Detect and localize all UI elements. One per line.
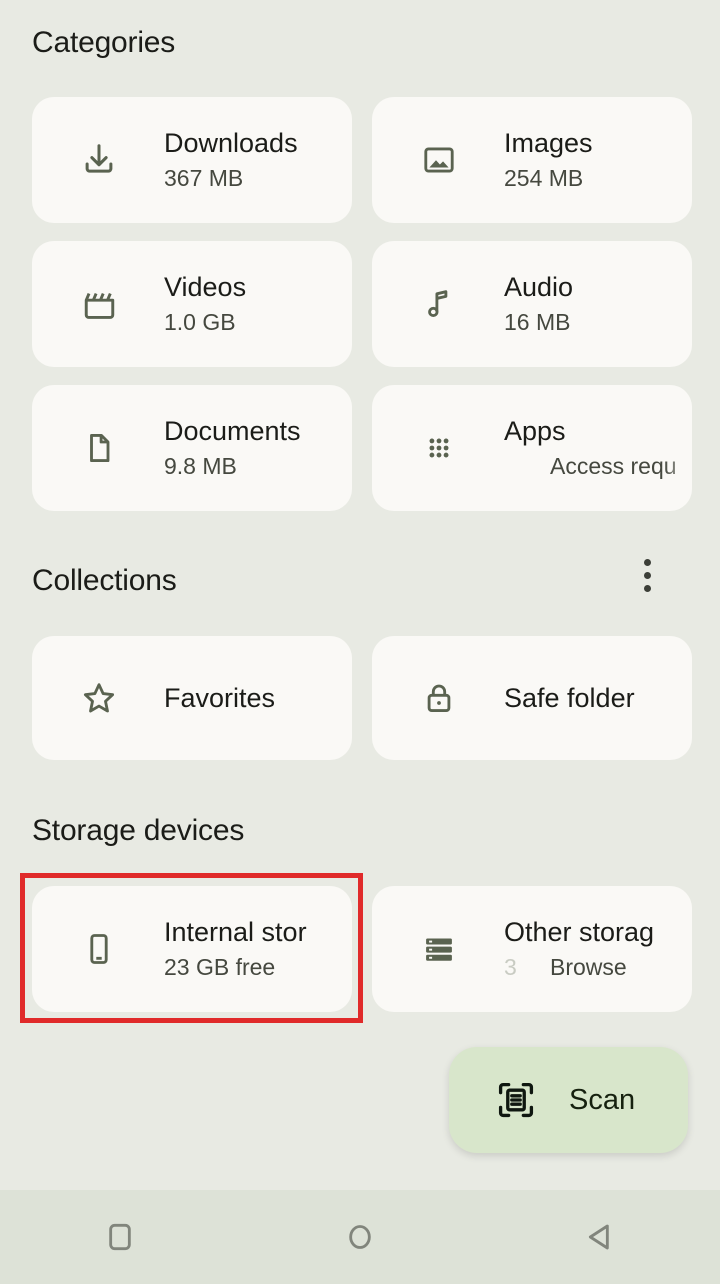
category-card-audio[interactable]: Audio 16 MB bbox=[372, 241, 692, 367]
audio-icon bbox=[420, 285, 458, 323]
collection-label: Favorites bbox=[164, 683, 276, 713]
apps-grid-icon bbox=[420, 429, 458, 467]
collection-text: Safe folder bbox=[504, 681, 692, 715]
home-circle-icon[interactable] bbox=[300, 1190, 420, 1284]
category-label: Apps bbox=[504, 416, 566, 446]
storage-devices-section-title: Storage devices bbox=[32, 814, 245, 847]
overflow-menu-icon[interactable] bbox=[623, 551, 671, 599]
category-label: Downloads bbox=[164, 128, 298, 158]
category-text: Images 254 MB bbox=[504, 126, 692, 194]
back-triangle-icon[interactable] bbox=[540, 1190, 660, 1284]
menu-dot bbox=[643, 571, 651, 579]
storage-size: Browse bbox=[504, 951, 692, 983]
category-size: 16 MB bbox=[504, 309, 571, 335]
category-size: 1.0 GB bbox=[164, 309, 236, 335]
collection-card-safe-folder[interactable]: Safe folder bbox=[372, 636, 692, 760]
category-card-apps[interactable]: Apps Access requ bbox=[372, 385, 692, 511]
category-text: Videos 1.0 GB bbox=[164, 270, 352, 338]
storage-label: Other storag bbox=[504, 915, 692, 949]
categories-section-title: Categories bbox=[32, 26, 176, 59]
phone-icon bbox=[80, 930, 118, 968]
android-navigation-bar bbox=[0, 1190, 720, 1284]
recents-square-icon[interactable] bbox=[60, 1190, 180, 1284]
other-storage-card[interactable]: Other storag 3 Browse bbox=[372, 886, 692, 1012]
category-label: Documents bbox=[164, 416, 301, 446]
collection-card-favorites[interactable]: Favorites bbox=[32, 636, 352, 760]
category-label: Videos bbox=[164, 272, 247, 302]
scroll-content: Categories Downloads 367 MB Images 254 M… bbox=[0, 0, 720, 1190]
category-card-videos[interactable]: Videos 1.0 GB bbox=[32, 241, 352, 367]
storage-text: Internal stor 23 GB free bbox=[164, 915, 352, 983]
category-size: 367 MB bbox=[164, 165, 244, 191]
menu-dot bbox=[643, 558, 651, 566]
category-size: 254 MB bbox=[504, 165, 584, 191]
storage-label: Internal stor bbox=[164, 915, 352, 949]
video-icon bbox=[80, 285, 118, 323]
menu-dot bbox=[643, 584, 651, 592]
collection-text: Favorites bbox=[164, 681, 352, 715]
storage-text: Other storag 3 Browse bbox=[504, 915, 692, 983]
scan-fab-button[interactable]: Scan bbox=[449, 1047, 688, 1153]
internal-storage-card[interactable]: Internal stor 23 GB free bbox=[32, 886, 352, 1012]
image-icon bbox=[420, 141, 458, 179]
category-card-downloads[interactable]: Downloads 367 MB bbox=[32, 97, 352, 223]
category-size: 9.8 MB bbox=[164, 453, 237, 479]
scan-fab-label: Scan bbox=[569, 1083, 636, 1116]
category-text: Apps Access requ bbox=[504, 414, 692, 482]
category-card-images[interactable]: Images 254 MB bbox=[372, 97, 692, 223]
document-scan-icon bbox=[495, 1079, 537, 1121]
star-icon bbox=[80, 679, 118, 717]
category-label: Images bbox=[504, 128, 593, 158]
collections-section-title: Collections bbox=[32, 564, 177, 597]
lock-icon bbox=[420, 679, 458, 717]
collection-label: Safe folder bbox=[504, 683, 635, 713]
storage-icon bbox=[420, 930, 458, 968]
category-size: Access requ bbox=[504, 450, 692, 482]
download-icon bbox=[80, 141, 118, 179]
storage-size: 23 GB free bbox=[164, 954, 276, 980]
category-card-documents[interactable]: Documents 9.8 MB bbox=[32, 385, 352, 511]
category-text: Audio 16 MB bbox=[504, 270, 692, 338]
category-text: Documents 9.8 MB bbox=[164, 414, 352, 482]
document-icon bbox=[80, 429, 118, 467]
category-label: Audio bbox=[504, 272, 574, 302]
files-app-screen: Categories Downloads 367 MB Images 254 M… bbox=[0, 0, 720, 1284]
category-text: Downloads 367 MB bbox=[164, 126, 352, 194]
